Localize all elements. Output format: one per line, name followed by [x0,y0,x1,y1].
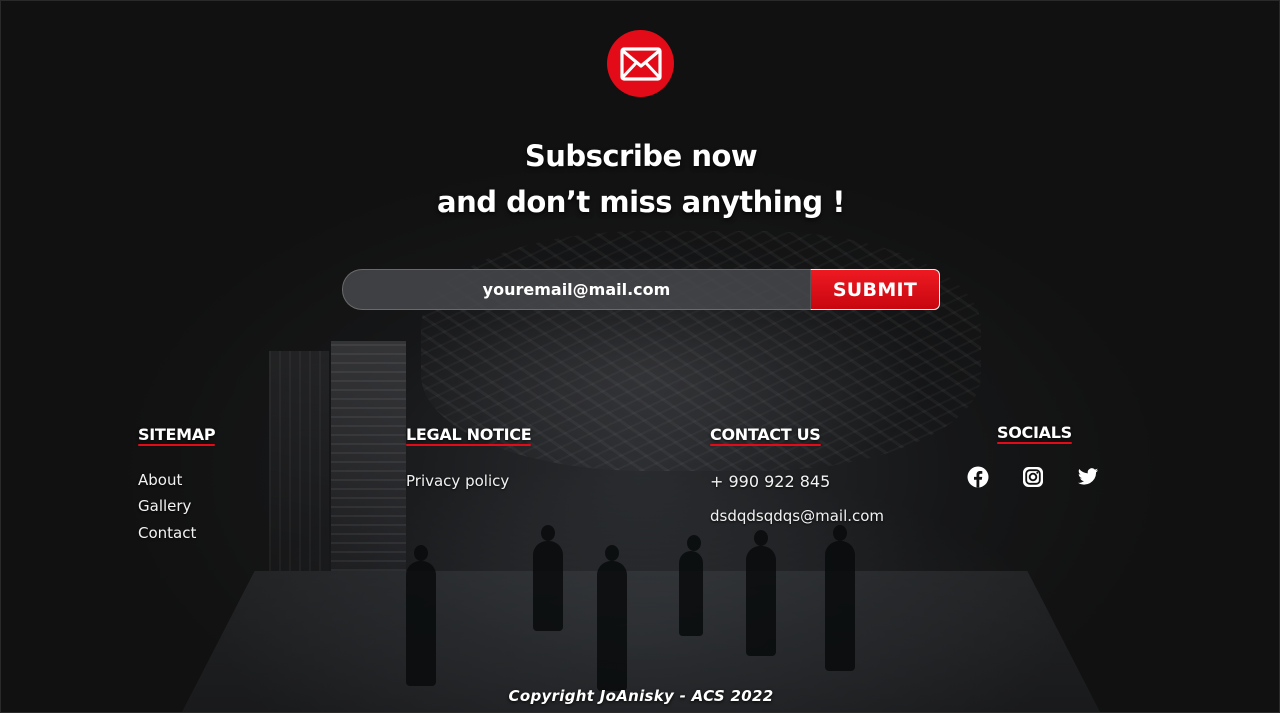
background-silhouette [679,535,703,636]
background-building [331,341,406,571]
contact-email[interactable]: dsdqdsqdqs@mail.com [710,507,884,525]
background-silhouette [533,525,563,631]
contact-phone[interactable]: + 990 922 845 [710,472,884,491]
sitemap-link-gallery[interactable]: Gallery [138,497,215,515]
facebook-icon[interactable] [967,466,989,488]
email-input[interactable] [342,269,810,310]
legal-title: LEGAL NOTICE [406,425,532,446]
submit-button[interactable]: SUBMIT [810,269,940,310]
background-silhouette [406,545,436,686]
instagram-icon[interactable] [1022,466,1044,488]
contact-column: CONTACT US + 990 922 845 dsdqdsqdqs@mail… [710,425,884,525]
background-silhouette [597,545,627,691]
privacy-policy-link[interactable]: Privacy policy [406,472,531,490]
subscribe-form: SUBMIT [342,269,940,310]
newsletter-footer-page: Subscribe now and don’t miss anything ! … [0,0,1280,713]
socials-column: SOCIALS [997,423,1072,444]
sitemap-link-contact[interactable]: Contact [138,524,215,542]
headline-line-1: Subscribe now [524,139,758,173]
background-silhouette [746,530,776,656]
mail-icon [607,30,674,97]
sitemap-column: SITEMAP About Gallery Contact [138,425,216,542]
social-icons [967,466,1099,488]
twitter-icon[interactable] [1077,466,1099,488]
background-building [269,351,329,571]
envelope-icon [619,46,662,81]
headline-line-2: and don’t miss anything ! [437,185,845,219]
socials-title: SOCIALS [997,423,1072,444]
legal-column: LEGAL NOTICE Privacy policy [406,425,532,490]
background-scene [1,1,1279,712]
contact-title: CONTACT US [710,425,821,446]
sitemap-link-about[interactable]: About [138,471,215,489]
background-silhouette [825,525,855,671]
sitemap-title: SITEMAP [138,425,216,446]
copyright-text: Copyright JoAnisky - ACS 2022 [508,687,774,705]
